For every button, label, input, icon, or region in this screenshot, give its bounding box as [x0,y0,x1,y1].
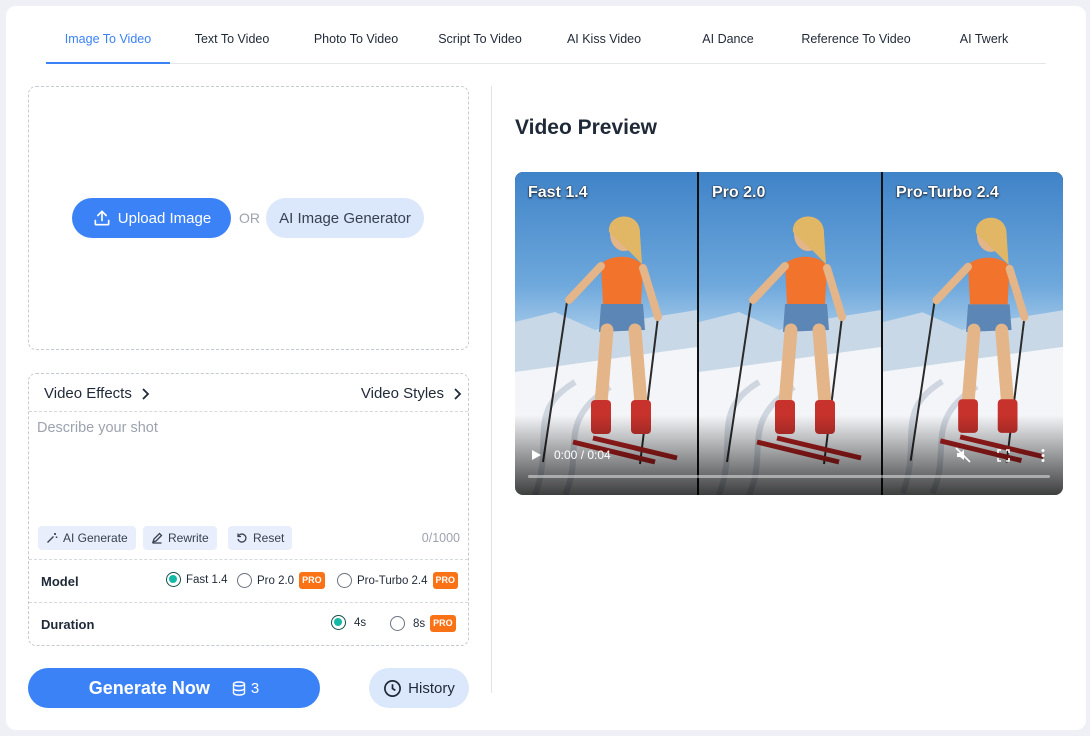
chevron-right-icon [454,387,462,400]
reset-icon [237,533,247,543]
column-divider [491,86,492,693]
video-effects-label: Video Effects [44,385,132,402]
upload-image-button[interactable]: Upload Image [72,198,231,238]
upload-image-label: Upload Image [117,209,212,227]
ai-generate-label: AI Generate [63,531,128,545]
shot-description-input[interactable] [37,420,461,520]
rewrite-button[interactable]: Rewrite [143,526,217,550]
model-option-pro-turbo-2-4[interactable]: Pro-Turbo 2.4 PRO [337,572,459,589]
fullscreen-icon[interactable] [997,449,1010,462]
model-option-label: Pro 2.0 [257,574,295,587]
or-separator: OR [239,210,260,226]
ai-image-generator-button[interactable]: AI Image Generator [266,198,424,238]
pro-badge: PRO [299,572,325,589]
video-effects-link[interactable]: Video Effects [44,385,150,402]
generate-now-label: Generate Now [88,677,210,698]
duration-option-4s[interactable]: 4s [331,615,366,630]
mute-icon[interactable] [955,447,971,463]
video-styles-label: Video Styles [360,385,444,402]
mode-tabs: Image To Video Text To Video Photo To Vi… [46,16,1046,64]
video-progress-bar[interactable] [528,475,1050,478]
play-icon[interactable] [530,449,542,461]
model-label: Model [41,574,79,589]
panel-label: Pro-Turbo 2.4 [896,184,999,201]
video-styles-link[interactable]: Video Styles [361,385,462,402]
clock-icon [384,679,402,697]
model-option-pro-2-0[interactable]: Pro 2.0 PRO [237,572,325,589]
radio-unchecked-icon [337,573,352,588]
tab-image-to-video[interactable]: Image To Video [46,16,170,64]
radio-unchecked-icon [390,616,405,631]
duration-label: Duration [41,617,95,632]
tab-reference-to-video[interactable]: Reference To Video [790,16,922,64]
tab-ai-twerk[interactable]: AI Twerk [922,16,1046,64]
ai-generate-button[interactable]: AI Generate [38,526,136,550]
credits-cost: 3 [232,680,259,697]
history-button[interactable]: History [369,668,469,708]
tab-text-to-video[interactable]: Text To Video [170,16,294,64]
pencil-icon [151,532,163,544]
rewrite-label: Rewrite [168,531,209,545]
generate-now-button[interactable]: Generate Now 3 [28,668,320,708]
tab-ai-kiss-video[interactable]: AI Kiss Video [542,16,666,64]
tab-script-to-video[interactable]: Script To Video [418,16,542,64]
model-option-label: Pro-Turbo 2.4 [357,574,428,587]
duration-option-label: 4s [354,616,367,629]
duration-row: Duration 4s 8s PRO [29,602,468,645]
radio-checked-icon [331,615,346,630]
chevron-right-icon [142,387,150,400]
more-options-icon[interactable] [1040,448,1046,463]
preview-title: Video Preview [515,116,658,139]
credits-value: 3 [250,679,260,697]
database-icon [232,680,246,696]
model-option-label: Fast 1.4 [186,573,228,586]
model-option-fast-1-4[interactable]: Fast 1.4 [166,572,228,587]
model-row: Model Fast 1.4 Pro 2.0 PRO Pro-Turbo 2.4… [29,559,468,602]
tab-photo-to-video[interactable]: Photo To Video [294,16,418,64]
panel-label: Fast 1.4 [528,184,588,201]
pro-badge: PRO [430,615,456,632]
radio-checked-icon [166,572,181,587]
character-counter: 0/1000 [421,531,460,545]
reset-button[interactable]: Reset [228,526,293,550]
duration-option-label: 8s [413,617,426,630]
pro-badge: PRO [432,572,459,589]
magic-wand-icon [47,533,58,543]
tab-ai-dance[interactable]: AI Dance [666,16,790,64]
radio-unchecked-icon [237,573,252,588]
reset-label: Reset [253,531,285,545]
effects-row: Video Effects Video Styles [29,374,468,412]
video-preview-player[interactable]: Fast 1.4 Pro 2.0 Pro-Turbo 2.4 0:00 / 0:… [515,172,1063,495]
upload-icon [94,210,110,226]
prompt-panel: Video Effects Video Styles AI Generate R… [28,373,469,646]
panel-label: Pro 2.0 [712,184,766,201]
duration-option-8s[interactable]: 8s PRO [390,615,456,632]
history-label: History [408,679,455,697]
video-time: 0:00 / 0:04 [554,448,611,462]
